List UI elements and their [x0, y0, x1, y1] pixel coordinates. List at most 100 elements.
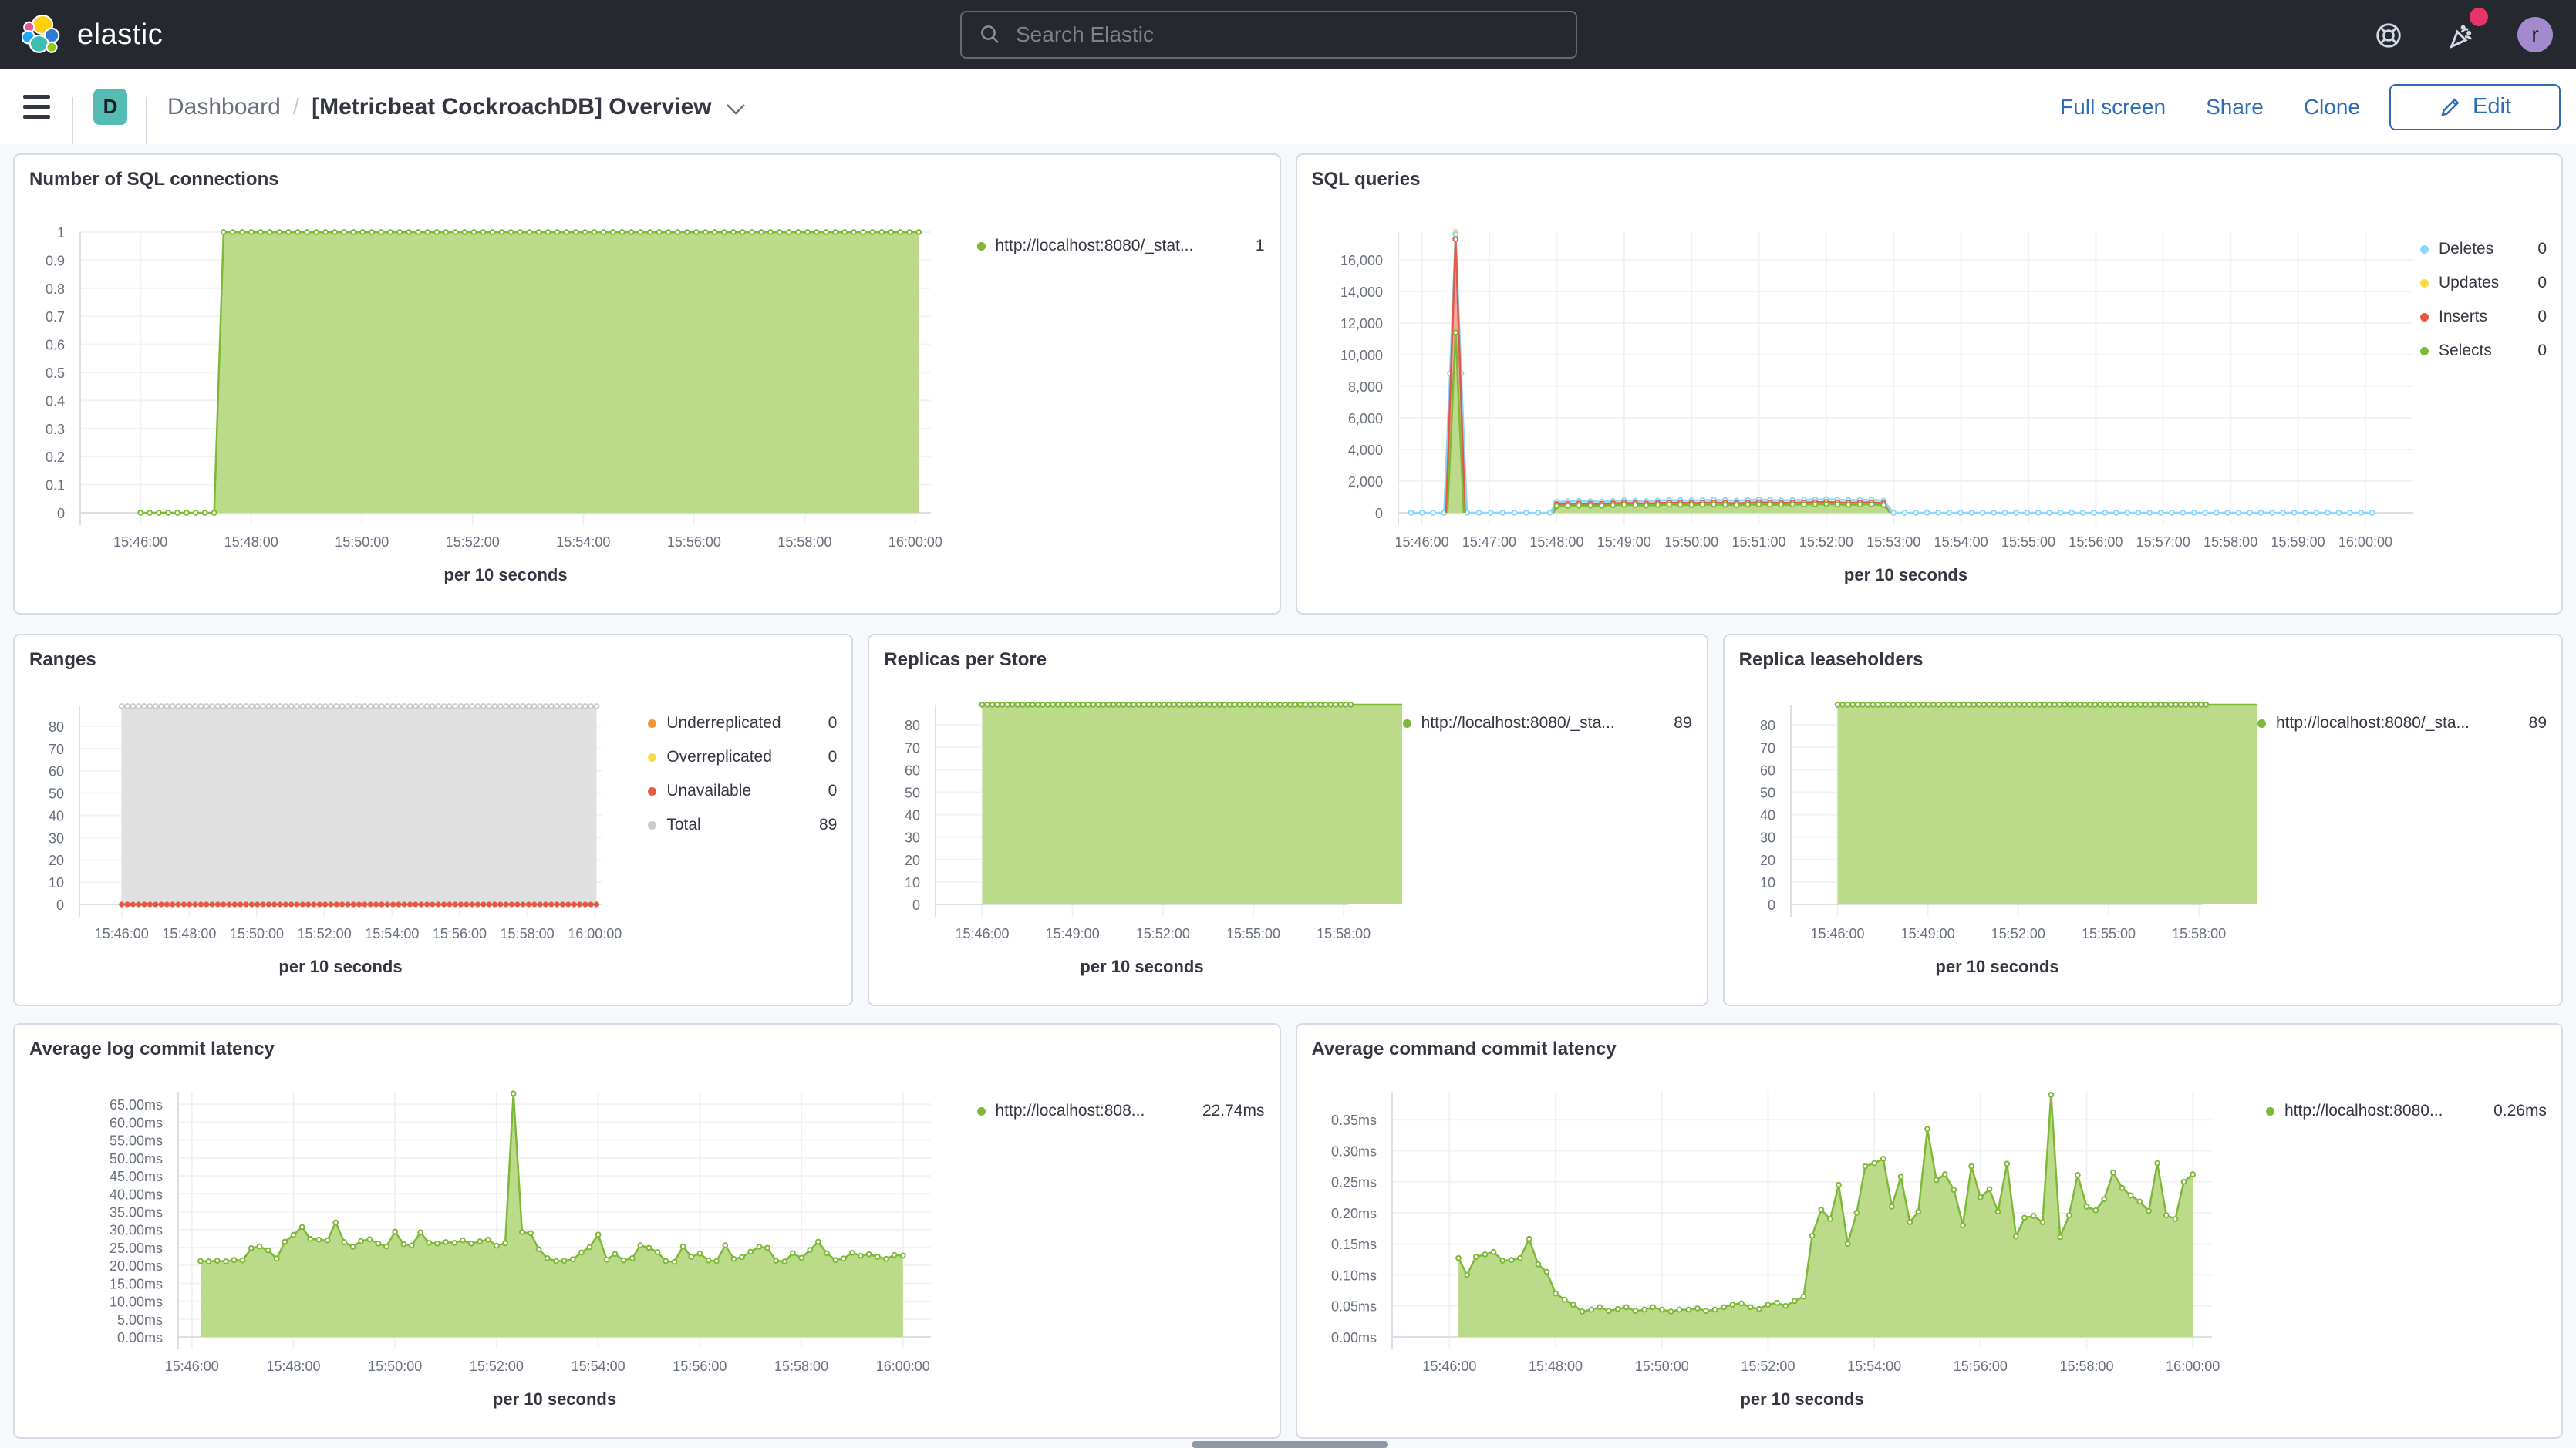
- marker: [1147, 702, 1151, 707]
- news-icon[interactable]: [2446, 21, 2477, 52]
- marker: [565, 230, 569, 234]
- marker: [777, 230, 782, 234]
- elastic-logo[interactable]: elastic: [22, 15, 163, 55]
- marker: [1162, 702, 1167, 707]
- x-tick-label: 15:52:00: [1741, 1359, 1795, 1374]
- marker: [1313, 702, 1318, 707]
- marker: [1891, 510, 1896, 515]
- chart-sql-connections[interactable]: 00.10.20.30.40.50.60.70.80.9115:46:0015:…: [29, 203, 977, 599]
- x-tick-label: 15:55:00: [1226, 926, 1280, 941]
- chevron-down-icon[interactable]: [726, 103, 746, 116]
- marker: [1765, 1302, 1770, 1307]
- marker: [1659, 1308, 1664, 1312]
- marker: [2014, 510, 2018, 515]
- marker: [2137, 1200, 2142, 1204]
- marker: [549, 704, 554, 709]
- legend-item[interactable]: http://localhost:8080/_stat...1: [977, 234, 1265, 258]
- clone-button[interactable]: Clone: [2304, 95, 2360, 120]
- legend-item[interactable]: http://localhost:808...22.74ms: [977, 1099, 1265, 1123]
- chart-replicas-per-store[interactable]: 0102030405060708015:46:0015:49:0015:52:0…: [884, 683, 1402, 991]
- legend-item[interactable]: Selects0: [2420, 339, 2547, 362]
- legend-item[interactable]: http://localhost:8080/_sta...89: [1403, 712, 1692, 735]
- marker: [260, 901, 265, 907]
- marker: [537, 230, 541, 234]
- user-avatar[interactable]: r: [2517, 17, 2553, 52]
- marker: [2191, 510, 2196, 515]
- legend-label: http://localhost:8080...: [2284, 1099, 2443, 1123]
- chart-sql-queries[interactable]: 02,0004,0006,0008,00010,00012,00014,0001…: [1312, 203, 2421, 599]
- marker: [706, 1258, 711, 1263]
- panel-ranges: Ranges0102030405060708015:46:0015:48:001…: [13, 634, 853, 1006]
- marker: [884, 1257, 888, 1261]
- dashboard-app-badge[interactable]: D: [93, 89, 127, 125]
- legend-value: 89: [1666, 712, 1691, 735]
- chart-svg: 0102030405060708015:46:0015:49:0015:52:0…: [884, 683, 1402, 991]
- series-log latency: [198, 1091, 905, 1337]
- marker: [1802, 502, 1806, 507]
- marker: [723, 1243, 727, 1248]
- marker: [224, 1259, 228, 1264]
- marker: [1308, 702, 1313, 707]
- marker: [1947, 510, 1951, 515]
- marker: [1298, 702, 1303, 707]
- chart-ranges[interactable]: 0102030405060708015:46:0015:48:0015:50:0…: [29, 683, 648, 991]
- legend-item[interactable]: http://localhost:8080/_sta...89: [2257, 712, 2547, 735]
- chart-avg-log-commit-latency[interactable]: 0.00ms5.00ms10.00ms15.00ms20.00ms25.00ms…: [29, 1073, 977, 1423]
- breadcrumb-dashboard[interactable]: Dashboard: [167, 94, 281, 120]
- marker: [367, 1237, 372, 1241]
- marker: [689, 1254, 693, 1259]
- marker: [1006, 702, 1010, 707]
- marker: [1319, 702, 1323, 707]
- chart-replica-leaseholders[interactable]: 0102030405060708015:46:0015:49:0015:52:0…: [1739, 683, 2257, 991]
- legend-item[interactable]: Updates0: [2420, 271, 2547, 295]
- marker: [611, 230, 615, 234]
- full-screen-button[interactable]: Full screen: [2060, 95, 2166, 120]
- legend-item[interactable]: http://localhost:8080...0.26ms: [2266, 1099, 2547, 1123]
- marker: [1621, 503, 1626, 507]
- chart-avg-command-commit-latency[interactable]: 0.00ms0.05ms0.10ms0.15ms0.20ms0.25ms0.30…: [1312, 1073, 2267, 1423]
- legend-item[interactable]: Total89: [648, 813, 837, 837]
- panel-replicas-per-store: Replicas per Store0102030405060708015:46…: [868, 634, 1708, 1006]
- marker: [2158, 510, 2163, 515]
- marker: [1408, 510, 1413, 515]
- menu-icon[interactable]: [23, 95, 50, 119]
- marker: [221, 704, 226, 709]
- marker: [1686, 1308, 1691, 1312]
- marker: [2146, 1209, 2151, 1214]
- marker: [2269, 510, 2274, 515]
- marker: [410, 1243, 414, 1248]
- panel-title-avg-command-commit-latency: Average command commit latency: [1312, 1039, 2547, 1073]
- share-button[interactable]: Share: [2206, 95, 2264, 120]
- legend-item[interactable]: Unavailable0: [648, 780, 837, 803]
- marker: [732, 1257, 737, 1261]
- marker: [555, 901, 560, 907]
- marker: [131, 704, 136, 709]
- marker: [1828, 1217, 1833, 1221]
- x-axis-label: per 10 seconds: [443, 565, 567, 584]
- marker: [442, 704, 447, 709]
- marker: [1278, 702, 1283, 707]
- legend-item[interactable]: Deletes0: [2420, 237, 2547, 261]
- legend-value: 0: [2530, 339, 2547, 362]
- search-input[interactable]: Search Elastic: [960, 11, 1577, 59]
- marker: [1689, 503, 1694, 507]
- marker: [1836, 1183, 1841, 1187]
- marker: [1349, 702, 1354, 707]
- horizontal-scrollbar[interactable]: [1192, 1441, 1388, 1448]
- y-tick-label: 25.00ms: [110, 1241, 163, 1256]
- legend-item[interactable]: Underreplicated0: [648, 712, 837, 735]
- marker: [1997, 702, 2001, 707]
- help-icon[interactable]: [2374, 21, 2403, 50]
- marker: [1913, 510, 1918, 515]
- marker: [521, 901, 526, 907]
- marker: [255, 901, 260, 907]
- marker: [477, 1239, 482, 1244]
- x-tick-label: 15:52:00: [1136, 926, 1190, 941]
- x-tick-label: 15:56:00: [667, 534, 721, 550]
- marker: [1712, 1308, 1717, 1312]
- legend-item[interactable]: Inserts0: [2420, 305, 2547, 328]
- marker: [750, 230, 754, 234]
- edit-button[interactable]: Edit: [2389, 84, 2561, 130]
- legend-item[interactable]: Overreplicated0: [648, 746, 837, 769]
- marker: [1238, 702, 1242, 707]
